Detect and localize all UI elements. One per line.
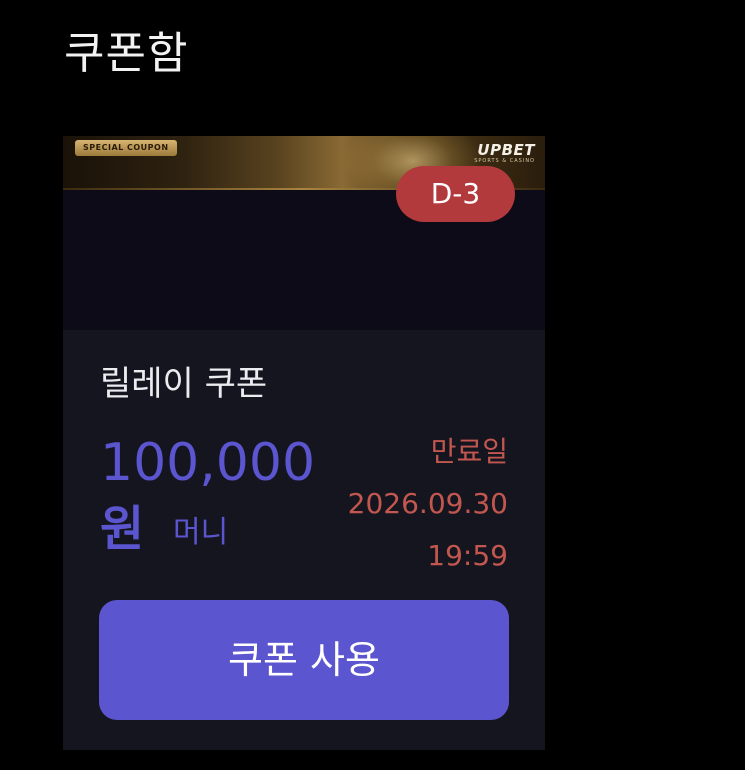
expiry-time: 19:59 [427, 539, 508, 572]
coupon-amount: 100,000 [100, 433, 316, 493]
coupon-card: SPECIAL COUPON UPBET SPORTS & CASINO D-3… [63, 136, 545, 750]
dday-badge: D-3 [396, 166, 515, 222]
coupon-currency: 원 [100, 501, 145, 557]
coupon-name: 릴레이 쿠폰 [100, 364, 268, 404]
page-title: 쿠폰함 [64, 28, 189, 79]
brand-subtitle: SPORTS & CASINO [474, 158, 535, 164]
use-coupon-button[interactable]: 쿠폰 사용 [99, 600, 509, 720]
special-coupon-tag: SPECIAL COUPON [75, 140, 177, 156]
expiry-info: 만료일 2026.09.30 19:59 [348, 426, 508, 582]
expiry-date: 2026.09.30 [347, 487, 508, 520]
brand-name: UPBET [477, 141, 535, 159]
brand-logo: UPBET SPORTS & CASINO [474, 142, 535, 165]
coupon-money-type: 머니 [173, 515, 229, 550]
expiry-label: 만료일 [430, 435, 508, 468]
